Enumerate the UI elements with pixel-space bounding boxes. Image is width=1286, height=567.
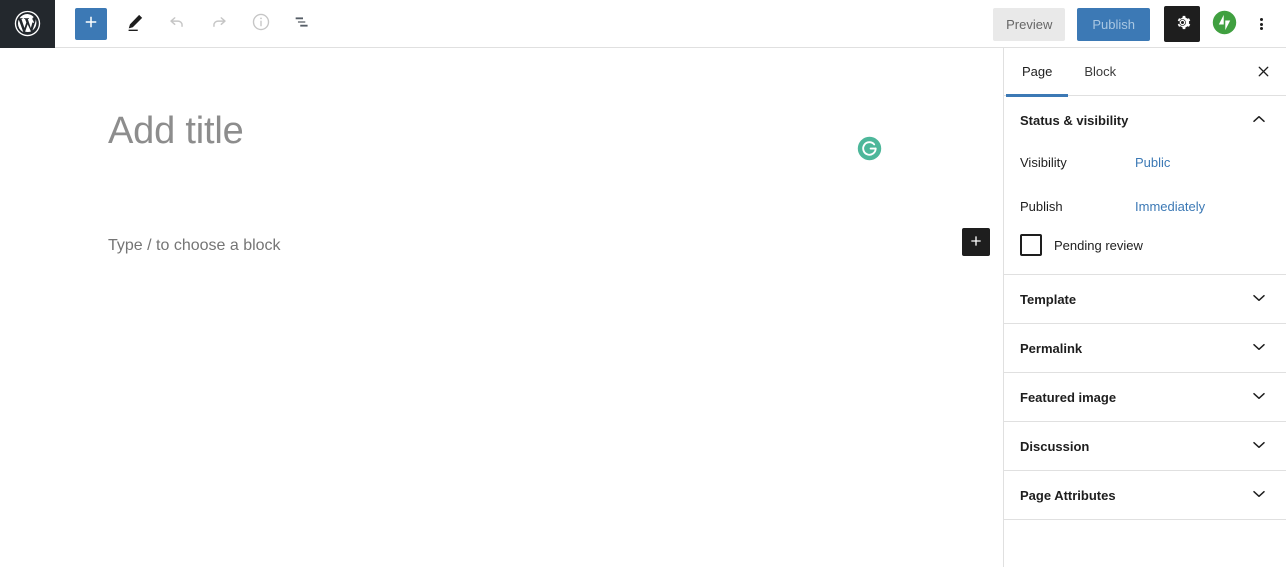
details-button[interactable] xyxy=(243,6,279,42)
panel-featured-image-header[interactable]: Featured image xyxy=(1004,373,1286,421)
three-dots-vertical-icon xyxy=(1259,17,1263,32)
wordpress-logo-button[interactable] xyxy=(0,0,55,48)
chevron-down-icon xyxy=(1248,385,1270,410)
tab-page[interactable]: Page xyxy=(1006,48,1069,97)
preview-button[interactable]: Preview xyxy=(993,7,1066,41)
more-options-button[interactable] xyxy=(1244,6,1278,42)
panel-status-visibility-body: Visibility Public Publish Immediately Pe… xyxy=(1004,146,1286,274)
add-block-button[interactable] xyxy=(962,228,990,256)
grammarly-icon[interactable] xyxy=(857,136,882,161)
post-title-input[interactable]: Add title xyxy=(108,110,244,154)
panel-page-attributes: Page Attributes xyxy=(1004,471,1286,520)
panel-template: Template xyxy=(1004,275,1286,324)
tab-block[interactable]: Block xyxy=(1068,48,1132,96)
panel-permalink-header[interactable]: Permalink xyxy=(1004,324,1286,372)
list-view-button[interactable] xyxy=(285,6,321,42)
info-circle-icon xyxy=(250,11,272,36)
toolbar-right-group: Preview Publish xyxy=(993,0,1278,48)
chevron-down-icon xyxy=(1248,287,1270,312)
settings-sidebar: Page Block Status & visibility Visibilit… xyxy=(1003,48,1286,567)
redo-arrow-icon xyxy=(208,11,230,36)
chevron-down-icon xyxy=(1248,434,1270,459)
visibility-value-button[interactable]: Public xyxy=(1135,155,1170,170)
panel-discussion: Discussion xyxy=(1004,422,1286,471)
panel-discussion-title: Discussion xyxy=(1020,438,1090,454)
top-toolbar: Preview Publish xyxy=(0,0,1286,48)
panel-status-visibility-header[interactable]: Status & visibility xyxy=(1004,96,1286,144)
jetpack-button[interactable] xyxy=(1206,6,1242,42)
panel-discussion-header[interactable]: Discussion xyxy=(1004,422,1286,470)
block-placeholder-text[interactable]: Type / to choose a block xyxy=(108,226,281,266)
close-sidebar-button[interactable] xyxy=(1250,60,1276,86)
pending-review-checkbox[interactable] xyxy=(1020,234,1042,256)
pending-review-label[interactable]: Pending review xyxy=(1054,238,1143,253)
list-view-icon xyxy=(292,11,314,36)
undo-button[interactable] xyxy=(159,6,195,42)
publish-date-label: Publish xyxy=(1020,198,1063,214)
wordpress-logo-icon xyxy=(13,9,42,38)
settings-button[interactable] xyxy=(1164,6,1200,42)
publish-date-row: Publish Immediately xyxy=(1020,190,1270,222)
panel-featured-image: Featured image xyxy=(1004,373,1286,422)
redo-button[interactable] xyxy=(201,6,237,42)
panel-page-attributes-title: Page Attributes xyxy=(1020,487,1116,503)
block-inserter-toggle-button[interactable] xyxy=(75,7,107,40)
panel-template-title: Template xyxy=(1020,291,1077,307)
chevron-down-icon xyxy=(1248,336,1270,361)
pending-review-row: Pending review xyxy=(1020,234,1270,256)
editor-app: Preview Publish Add title Type / to choo… xyxy=(0,0,1286,567)
panel-status-visibility: Status & visibility Visibility Public Pu… xyxy=(1004,96,1286,275)
visibility-label: Visibility xyxy=(1020,154,1067,170)
undo-arrow-icon xyxy=(166,11,188,36)
panel-featured-image-title: Featured image xyxy=(1020,389,1117,405)
panel-page-attributes-header[interactable]: Page Attributes xyxy=(1004,471,1286,519)
plus-icon xyxy=(968,233,984,252)
publish-date-value-button[interactable]: Immediately xyxy=(1135,199,1205,214)
panel-permalink-title: Permalink xyxy=(1020,340,1083,356)
editor-canvas: Add title Type / to choose a block xyxy=(0,48,1003,567)
publish-button[interactable]: Publish xyxy=(1077,7,1150,41)
chevron-up-icon xyxy=(1248,108,1270,133)
visibility-row: Visibility Public xyxy=(1020,146,1270,178)
sidebar-tabs: Page Block xyxy=(1004,48,1286,97)
panel-permalink: Permalink xyxy=(1004,324,1286,373)
gear-icon xyxy=(1173,13,1192,35)
pencil-icon xyxy=(124,11,146,36)
chevron-down-icon xyxy=(1248,483,1270,508)
plus-icon xyxy=(82,13,100,34)
default-block-row: Type / to choose a block xyxy=(0,226,1003,266)
close-x-icon xyxy=(1255,63,1272,83)
panel-status-visibility-title: Status & visibility xyxy=(1020,112,1129,128)
toolbar-left-group xyxy=(55,6,327,42)
panel-template-header[interactable]: Template xyxy=(1004,275,1286,323)
tools-pencil-button[interactable] xyxy=(117,6,153,42)
jetpack-icon xyxy=(1212,10,1237,38)
